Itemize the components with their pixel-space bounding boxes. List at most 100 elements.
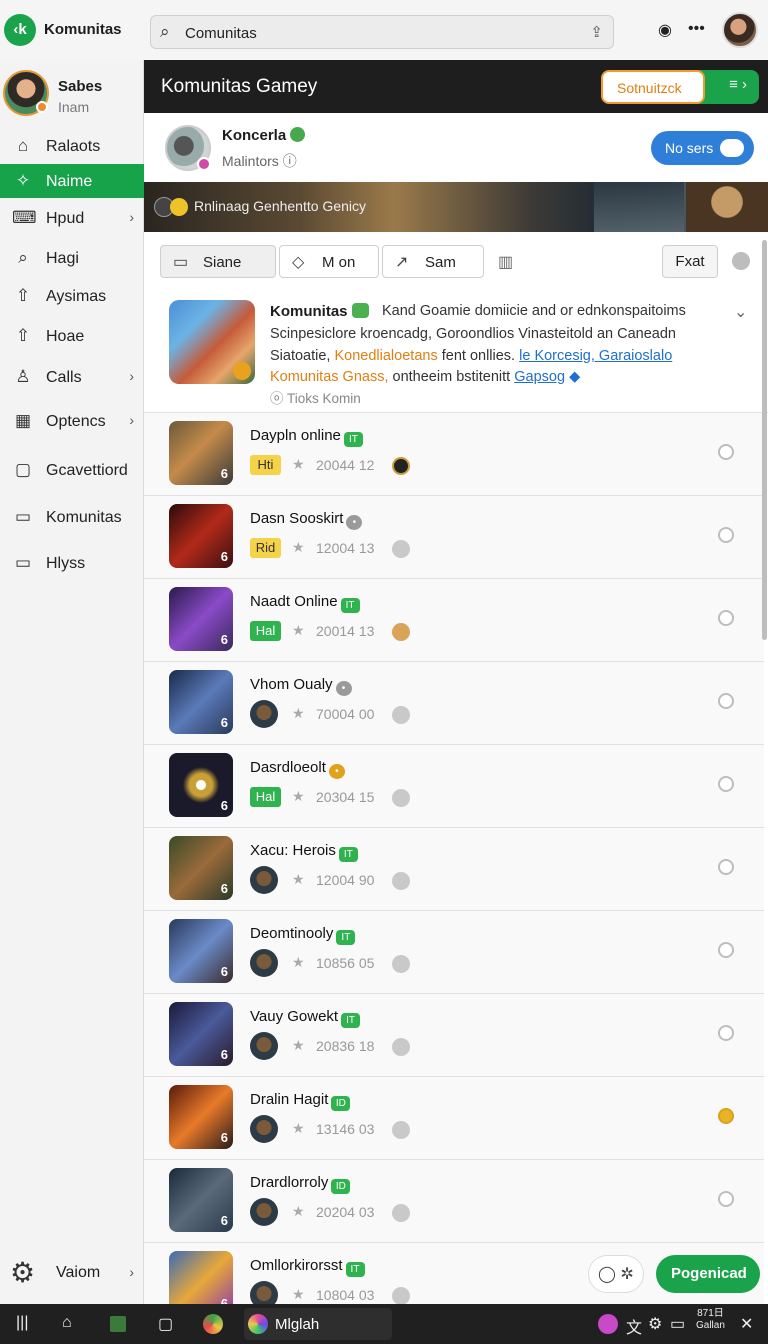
taskbar: ||| ⌂ ▢ Mlglah 文 ⚙ ▭ 871日 Gallan ✕ xyxy=(0,1304,768,1344)
sidebar-item-label: Ralaots xyxy=(46,138,101,155)
community-name-text: Koncerla xyxy=(222,127,287,144)
header-action-button[interactable]: Sotnuitzck ≡ › xyxy=(601,70,759,104)
game-list-item[interactable]: 6 Dasn Sooskirt • Rid ★ 12004 13 xyxy=(144,496,764,579)
profile-name: Sabes xyxy=(58,78,103,95)
community-name: Koncerla xyxy=(222,127,306,144)
game-list-item[interactable]: 6 Dralin Hagit ID ★ 13146 03 xyxy=(144,1077,764,1160)
game-title-text: Daypln online xyxy=(250,427,341,444)
likes-icon[interactable]: ★ xyxy=(292,871,305,888)
sidebar-item-hpud[interactable]: ⌨ Hpud › xyxy=(0,201,144,235)
search-box[interactable]: ⌕ ⇪ xyxy=(150,15,614,49)
game-list-item[interactable]: 6 Daypln online IT Hti ★ 20044 12 xyxy=(144,413,764,496)
info-icon[interactable] xyxy=(718,610,734,626)
home-icon[interactable]: ⌂ xyxy=(62,1314,72,1332)
featured-community-card[interactable]: Komunitas Kand Goamie domiicie and or ed… xyxy=(144,292,768,413)
profile-avatar[interactable] xyxy=(3,70,49,116)
filter-button-sam[interactable]: ↗ Sam xyxy=(382,245,484,278)
info-icon[interactable] xyxy=(718,693,734,709)
sidebar-item-hoae[interactable]: ⇧ Hoae xyxy=(0,319,144,353)
home-icon: ⌂ xyxy=(17,136,29,155)
likes-icon[interactable]: ★ xyxy=(292,456,305,473)
fxat-button[interactable]: Fxat xyxy=(662,245,718,278)
game-list-item[interactable]: 6 Drardlorroly ID ★ 20204 03 xyxy=(144,1160,764,1243)
sidebar-item-gcavettiord[interactable]: ▢ Gcavettiord xyxy=(0,453,144,487)
game-title: Vauy Gowekt IT xyxy=(250,1008,361,1028)
network-icon[interactable]: ▭ xyxy=(670,1314,685,1334)
user-avatar[interactable] xyxy=(722,12,758,48)
sidebar-item-label: Hagi xyxy=(46,250,79,267)
likes-icon[interactable]: ★ xyxy=(292,622,305,639)
clock[interactable]: 871日 Gallan xyxy=(696,1308,725,1332)
options-dot-icon[interactable] xyxy=(732,252,750,270)
info-icon[interactable] xyxy=(718,942,734,958)
main-header: Komunitas Gamey Sotnuitzck ≡ › xyxy=(144,60,768,113)
game-list-item[interactable]: 6 Dasrdloeolt • Hal ★ 20304 15 xyxy=(144,745,764,828)
sidebar-item-aysimas[interactable]: ⇧ Aysimas xyxy=(0,279,144,313)
settings-tray-icon[interactable]: ⚙ xyxy=(648,1314,662,1334)
game-count: 20304 15 xyxy=(316,789,375,805)
game-badge: IT xyxy=(345,1262,365,1277)
game-list-item[interactable]: 6 Xacu: Herois IT ★ 12004 90 xyxy=(144,828,764,911)
likes-icon[interactable]: ★ xyxy=(292,1286,305,1303)
game-title-text: Drardlorroly xyxy=(250,1174,329,1191)
window-icon[interactable]: ▢ xyxy=(158,1314,173,1334)
app-logo-icon[interactable]: ‹k xyxy=(4,14,36,46)
chart-icon[interactable]: ▥ xyxy=(498,252,513,272)
sidebar-item-naime[interactable]: ✧ Naime xyxy=(0,164,144,198)
likes-icon[interactable]: ★ xyxy=(292,539,305,556)
language-icon[interactable]: 文 xyxy=(626,1314,642,1338)
game-count: 70004 00 xyxy=(316,706,375,722)
likes-icon[interactable]: ★ xyxy=(292,1120,305,1137)
info-icon[interactable] xyxy=(718,1191,734,1207)
info-icon[interactable] xyxy=(718,859,734,875)
likes-icon[interactable]: ★ xyxy=(292,788,305,805)
sidebar-item-ralaots[interactable]: ⌂ Ralaots xyxy=(0,129,144,163)
description-link[interactable]: le Korcesig, Garaioslalo xyxy=(519,348,672,364)
game-list-item[interactable]: 6 Naadt Online IT Hal ★ 20014 13 xyxy=(144,579,764,662)
likes-icon[interactable]: ★ xyxy=(292,1037,305,1054)
likes-icon[interactable]: ★ xyxy=(292,1203,305,1220)
mini-status-icon xyxy=(392,540,410,558)
likes-icon[interactable]: ★ xyxy=(292,705,305,722)
filter-button-mon[interactable]: ◇ M on xyxy=(279,245,379,278)
desc-text: ontheeim bstitenitt xyxy=(388,369,515,385)
browser-icon[interactable] xyxy=(203,1314,223,1334)
app-icon[interactable] xyxy=(110,1316,126,1332)
search-input[interactable] xyxy=(185,23,565,43)
sidebar-item-hlyss[interactable]: ▭ Hlyss xyxy=(0,546,144,580)
info-icon[interactable] xyxy=(718,444,734,460)
more-icon[interactable]: ••• xyxy=(688,20,705,38)
scrollbar[interactable] xyxy=(762,240,767,640)
primary-action-button[interactable]: Pogenicad xyxy=(656,1255,760,1293)
community-banner[interactable]: Rnlinaag Genhentto Genicy xyxy=(144,182,768,232)
game-list-item[interactable]: 6 Deomtinooly IT ★ 10856 05 xyxy=(144,911,764,994)
info-icon[interactable] xyxy=(718,776,734,792)
close-icon[interactable]: ✕ xyxy=(740,1314,753,1334)
taskbar-active-app[interactable]: Mlglah xyxy=(244,1308,392,1340)
description-link[interactable]: Gapsog xyxy=(514,369,565,385)
desc-text: Siatoatie, xyxy=(270,348,335,364)
info-icon[interactable] xyxy=(718,1025,734,1041)
likes-icon[interactable]: ★ xyxy=(292,954,305,971)
sidebar-settings[interactable]: ⚙ Vaiom › xyxy=(0,1254,144,1294)
game-list-item[interactable]: 6 Vauy Gowekt IT ★ 20836 18 xyxy=(144,994,764,1077)
notifications-toggle[interactable]: No sers xyxy=(651,131,754,165)
help-icon[interactable]: ◉ xyxy=(658,20,672,40)
chevron-down-icon[interactable]: ⌄ xyxy=(734,302,747,322)
tray-app-icon[interactable] xyxy=(598,1314,618,1334)
share-icon[interactable]: ⇪ xyxy=(590,23,603,41)
game-list-item[interactable]: 6 Vhom Oualy • ★ 70004 00 xyxy=(144,662,764,745)
player-avatar xyxy=(250,700,278,728)
info-icon[interactable] xyxy=(718,527,734,543)
verified-icon: ◆ xyxy=(569,369,581,385)
sidebar-item-hagi[interactable]: ⌕ Hagi xyxy=(0,241,144,275)
sidebar-item-komunitas[interactable]: ▭ Komunitas xyxy=(0,500,144,534)
game-count: 20204 03 xyxy=(316,1204,375,1220)
recent-apps-icon[interactable]: ||| xyxy=(16,1314,28,1332)
community-avatar[interactable] xyxy=(165,125,211,171)
chat-button[interactable]: ◯ ✲ xyxy=(588,1255,644,1293)
info-icon[interactable] xyxy=(718,1108,734,1124)
sidebar-item-optencs[interactable]: ▦ Optencs › xyxy=(0,404,144,438)
filter-button-siane[interactable]: ▭ Siane xyxy=(160,245,276,278)
sidebar-item-calls[interactable]: ♙ Calls › xyxy=(0,360,144,394)
